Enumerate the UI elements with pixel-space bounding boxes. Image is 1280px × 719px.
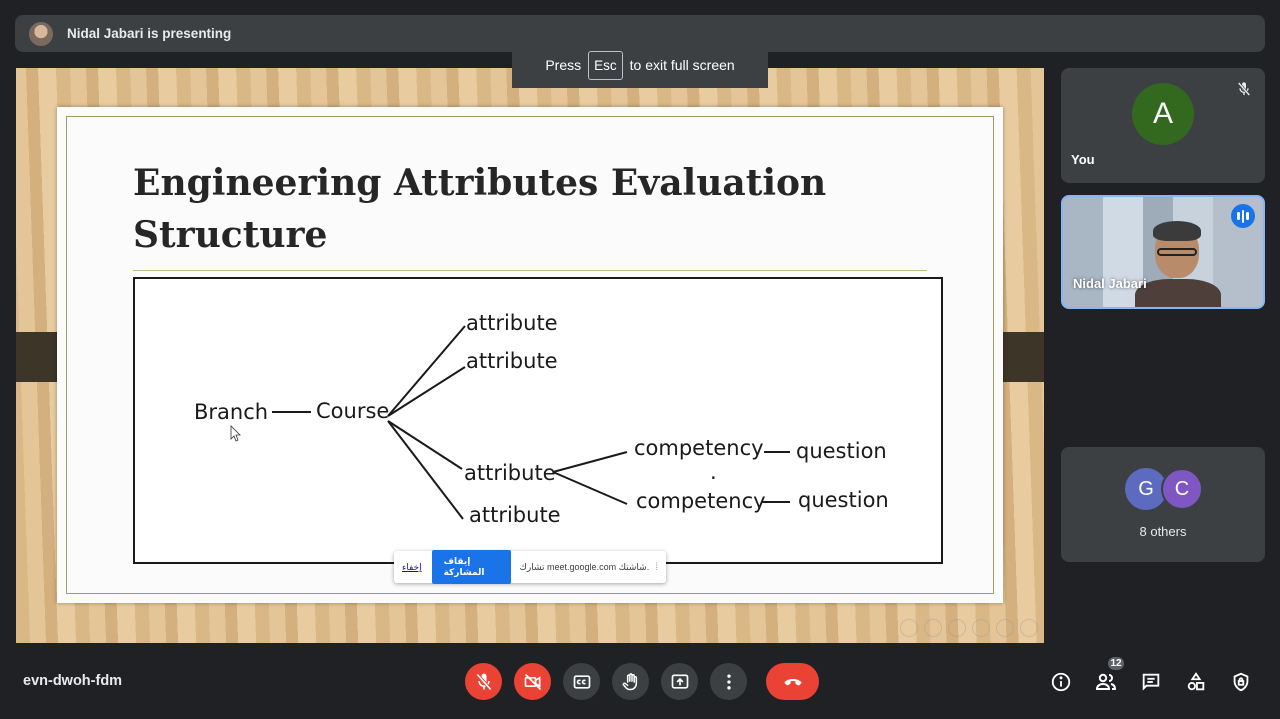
mic-off-icon [1233, 78, 1255, 100]
chat-button[interactable] [1136, 667, 1166, 697]
mic-off-icon [475, 672, 492, 691]
attribute-label-3: attribute [464, 461, 556, 485]
course-attribute-3-line [387, 420, 463, 470]
you-avatar: A [1132, 83, 1194, 145]
meeting-code[interactable]: evn-dwoh-fdm [23, 673, 122, 689]
diagram-svg: Branch Course attribute attribute attrib… [194, 311, 889, 527]
others-count: 8 others [1139, 524, 1187, 539]
competency-label-1: competency [634, 436, 764, 460]
branch-label: Branch [194, 400, 268, 424]
mouse-cursor-icon [230, 425, 241, 442]
nidal-name: Nidal Jabari [1073, 276, 1147, 291]
activities-button[interactable] [1181, 667, 1211, 697]
attribute-label-2: attribute [466, 349, 558, 373]
host-controls-button[interactable] [1226, 667, 1256, 697]
host-controls-icon [1233, 672, 1249, 692]
slide-pen-icon[interactable] [972, 619, 990, 637]
participants-count-badge: 12 [1106, 655, 1126, 672]
course-attribute-2-line [387, 366, 466, 417]
question-label-2: question [798, 488, 889, 512]
slide-prev-icon[interactable] [900, 619, 918, 637]
participant-tile-you[interactable]: A You [1061, 68, 1265, 183]
slide-title-line-1: Engineering Attributes Evaluation [133, 162, 827, 204]
drag-handle-icon[interactable]: ⁞ [655, 562, 658, 573]
meeting-details-button[interactable] [1046, 667, 1076, 697]
speaking-indicator-icon [1231, 204, 1255, 228]
presentation-slide: Engineering Attributes Evaluation Struct… [57, 107, 1003, 603]
competency-label-2: competency [636, 489, 766, 513]
captions-icon [573, 674, 590, 689]
activities-icon [1187, 672, 1205, 691]
info-icon [1051, 672, 1071, 692]
title-divider [133, 270, 927, 271]
camera-off-icon [524, 673, 541, 690]
others-avatars: G C [1125, 468, 1205, 510]
attribute-competency-1-line [552, 451, 628, 473]
competency-separator: . [710, 460, 717, 484]
other-avatar-c: C [1161, 468, 1203, 510]
raise-hand-button[interactable] [612, 663, 649, 700]
question-label-1: question [796, 439, 887, 463]
attribute-label-4: attribute [469, 503, 561, 527]
people-icon [1095, 673, 1117, 690]
course-attribute-1-line [387, 325, 466, 417]
call-controls [465, 663, 819, 700]
presenter-avatar [29, 21, 53, 46]
camera-toggle-button[interactable] [514, 663, 551, 700]
more-options-button[interactable] [710, 663, 747, 700]
hangup-icon [784, 678, 801, 685]
chat-icon [1142, 673, 1160, 691]
meet-window: Nidal Jabari is presenting Press Esc to … [0, 0, 1280, 719]
toast-rest: to exit full screen [629, 57, 735, 73]
fullscreen-toast: Press Esc to exit full screen [512, 42, 768, 88]
raise-hand-icon [622, 672, 637, 690]
you-name: You [1071, 152, 1095, 167]
attribute-label-1: attribute [466, 311, 558, 335]
course-label: Course [316, 399, 389, 423]
esc-key: Esc [588, 50, 623, 80]
more-vert-icon [726, 674, 731, 689]
attribute-competency-2-line [552, 471, 628, 505]
nidal-video [1135, 221, 1221, 307]
leave-call-button[interactable] [766, 663, 819, 700]
slide-next-icon[interactable] [1020, 619, 1038, 637]
captions-button[interactable] [563, 663, 600, 700]
participant-tile-nidal[interactable]: Nidal Jabari [1061, 195, 1265, 309]
slide-zoom-icon[interactable] [996, 619, 1014, 637]
course-attribute-4-line [387, 420, 464, 520]
stop-sharing-button[interactable]: إيقاف المشاركة [431, 550, 512, 584]
participant-tile-others[interactable]: G C 8 others [1061, 447, 1265, 562]
sharing-message: تشارك meet.google.com شاشتك. [519, 561, 650, 572]
hide-sharing-bar-link[interactable]: إخفاء [402, 562, 422, 573]
presenter-text: Nidal Jabari is presenting [67, 26, 232, 41]
slide-title-line-2: Structure [133, 214, 328, 256]
slide-grid-icon[interactable] [948, 619, 966, 637]
present-button[interactable] [661, 663, 698, 700]
screen-sharing-bar: إخفاء إيقاف المشاركة تشارك meet.google.c… [394, 550, 666, 584]
toast-press: Press [545, 57, 582, 73]
structure-diagram: Branch Course attribute attribute attrib… [133, 277, 943, 564]
mic-toggle-button[interactable] [465, 663, 502, 700]
slide-title: Engineering Attributes Evaluation Struct… [133, 157, 833, 261]
slideshow-controls[interactable] [900, 619, 1038, 637]
slide-pointer-icon[interactable] [924, 619, 942, 637]
present-icon [671, 674, 688, 689]
